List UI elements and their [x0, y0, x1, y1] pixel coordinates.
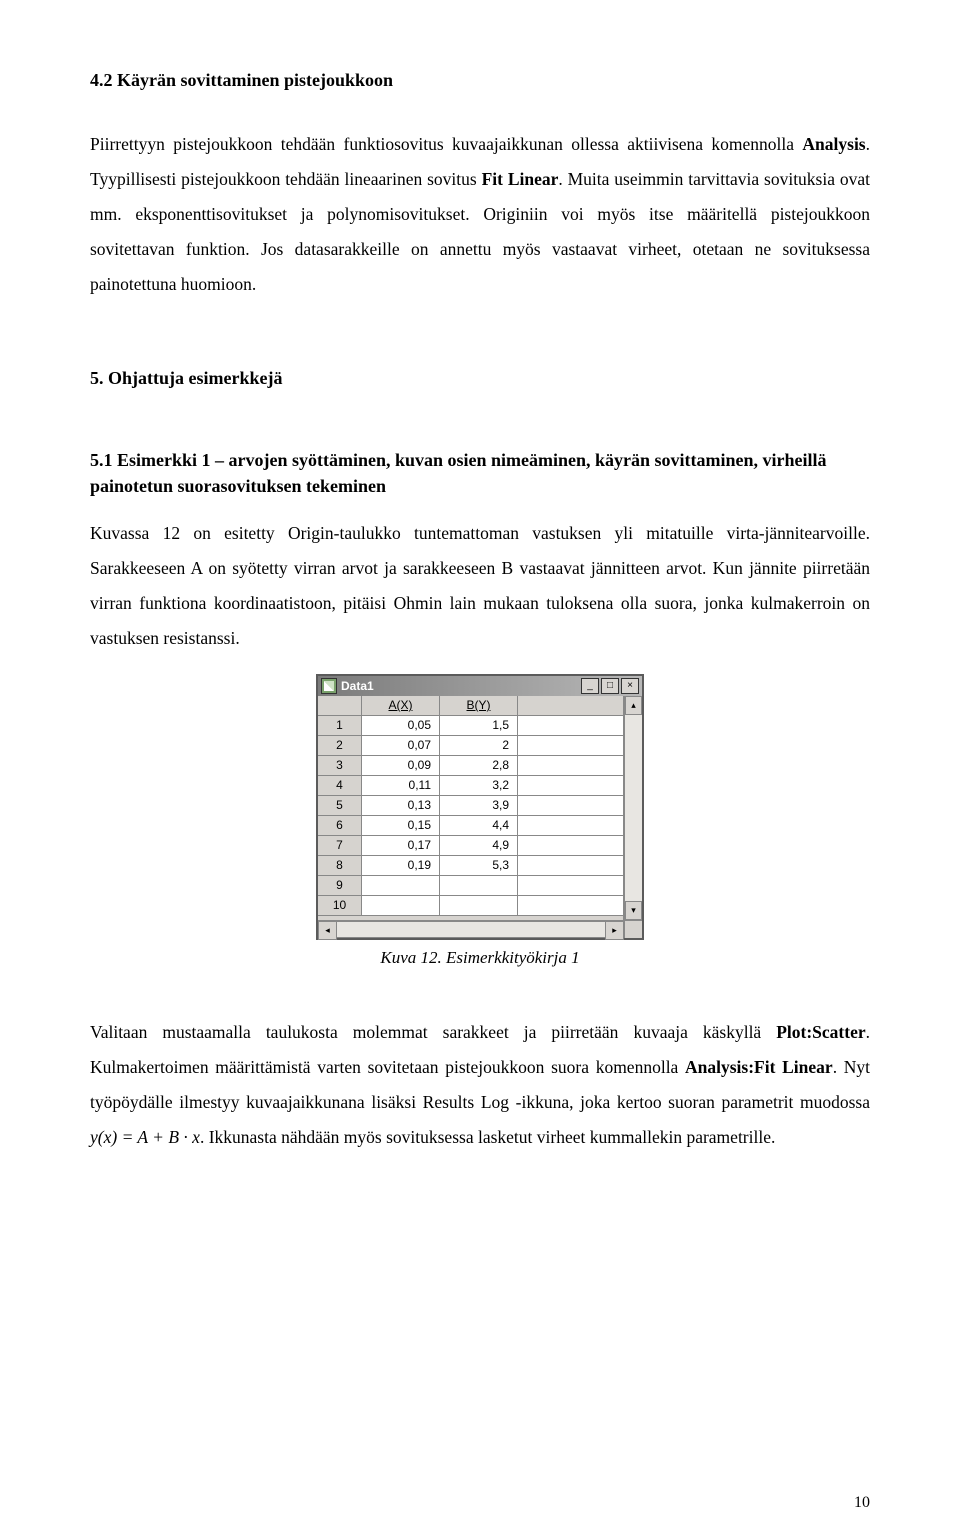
data1-window: Data1 _ □ × A(X) B(Y) 10,051,520,07230,0… [316, 674, 644, 940]
cell[interactable] [362, 896, 440, 916]
row-header[interactable]: 2 [318, 736, 362, 756]
cell[interactable]: 4,9 [440, 836, 518, 856]
formula: y(x) = A + B · x [90, 1127, 200, 1147]
paragraph-1: Piirrettyyn pistejoukkoon tehdään funkti… [90, 127, 870, 302]
window-title: Data1 [341, 679, 581, 693]
text-bold-fit-linear: Fit Linear [482, 169, 559, 189]
table-row[interactable]: 9 [318, 876, 623, 896]
scroll-track[interactable] [625, 715, 642, 901]
table-row[interactable]: 40,113,2 [318, 776, 623, 796]
worksheet-grid[interactable]: A(X) B(Y) 10,051,520,07230,092,840,113,2… [318, 696, 624, 920]
cell-filler [518, 836, 623, 856]
table-row[interactable]: 10,051,5 [318, 716, 623, 736]
cell-filler [518, 816, 623, 836]
cell-filler [518, 776, 623, 796]
text: Piirrettyyn pistejoukkoon tehdään funkti… [90, 134, 802, 154]
row-header[interactable]: 9 [318, 876, 362, 896]
titlebar[interactable]: Data1 _ □ × [318, 674, 642, 696]
text: Valitaan mustaamalla taulukosta molemmat… [90, 1022, 776, 1042]
vertical-scrollbar[interactable]: ▴ ▾ [624, 696, 642, 920]
cell-filler [518, 736, 623, 756]
cell[interactable]: 0,11 [362, 776, 440, 796]
cell[interactable]: 4,4 [440, 816, 518, 836]
table-row[interactable]: 30,092,8 [318, 756, 623, 776]
column-header-a[interactable]: A(X) [362, 696, 440, 716]
row-header[interactable]: 3 [318, 756, 362, 776]
cell-filler [518, 876, 623, 896]
scroll-up-icon[interactable]: ▴ [625, 696, 642, 715]
text-bold-plot-scatter: Plot:Scatter [776, 1022, 865, 1042]
section-5-heading: 5. Ohjattuja esimerkkejä [90, 368, 870, 389]
cell[interactable]: 0,17 [362, 836, 440, 856]
cell[interactable]: 3,9 [440, 796, 518, 816]
cell[interactable]: 0,05 [362, 716, 440, 736]
text-bold-analysis: Analysis [802, 134, 865, 154]
section-4-2-heading: 4.2 Käyrän sovittaminen pistejoukkoon [90, 70, 870, 91]
cell[interactable]: 2,8 [440, 756, 518, 776]
scroll-left-icon[interactable]: ◂ [318, 921, 337, 940]
app-icon [321, 678, 337, 694]
row-header[interactable]: 6 [318, 816, 362, 836]
section-5-1-heading: 5.1 Esimerkki 1 – arvojen syöttäminen, k… [90, 447, 870, 499]
horizontal-scrollbar[interactable]: ◂ ▸ [318, 920, 642, 938]
cell-filler [518, 856, 623, 876]
row-header[interactable]: 4 [318, 776, 362, 796]
page-number: 10 [854, 1494, 870, 1512]
text: . Ikkunasta nähdään myös sovituksessa la… [200, 1127, 775, 1147]
cell[interactable]: 0,15 [362, 816, 440, 836]
cell[interactable]: 1,5 [440, 716, 518, 736]
row-header[interactable]: 10 [318, 896, 362, 916]
scroll-down-icon[interactable]: ▾ [625, 901, 642, 920]
column-header-b[interactable]: B(Y) [440, 696, 518, 716]
paragraph-2: Kuvassa 12 on esitetty Origin-taulukko t… [90, 516, 870, 656]
row-header[interactable]: 7 [318, 836, 362, 856]
minimize-button[interactable]: _ [581, 678, 599, 694]
row-header[interactable]: 8 [318, 856, 362, 876]
figure-12-caption: Kuva 12. Esimerkkityökirja 1 [90, 948, 870, 968]
table-row[interactable]: 70,174,9 [318, 836, 623, 856]
table-row[interactable]: 20,072 [318, 736, 623, 756]
table-row[interactable]: 60,154,4 [318, 816, 623, 836]
cell[interactable]: 2 [440, 736, 518, 756]
table-row[interactable]: 50,133,9 [318, 796, 623, 816]
header-filler [518, 696, 623, 716]
close-button[interactable]: × [621, 678, 639, 694]
cell[interactable]: 0,07 [362, 736, 440, 756]
row-header[interactable]: 1 [318, 716, 362, 736]
table-row[interactable]: 10 [318, 896, 623, 916]
cell[interactable]: 3,2 [440, 776, 518, 796]
cell[interactable] [440, 876, 518, 896]
cell[interactable] [440, 896, 518, 916]
scroll-track[interactable] [337, 921, 605, 938]
scroll-corner [624, 921, 642, 938]
cell[interactable]: 0,09 [362, 756, 440, 776]
cell[interactable] [362, 876, 440, 896]
cell[interactable]: 0,19 [362, 856, 440, 876]
table-row[interactable]: 80,195,3 [318, 856, 623, 876]
cell[interactable]: 5,3 [440, 856, 518, 876]
cell-filler [518, 716, 623, 736]
scroll-right-icon[interactable]: ▸ [605, 921, 624, 940]
paragraph-3: Valitaan mustaamalla taulukosta molemmat… [90, 1015, 870, 1155]
row-header[interactable]: 5 [318, 796, 362, 816]
cell-filler [518, 896, 623, 916]
cell[interactable]: 0,13 [362, 796, 440, 816]
cell-filler [518, 796, 623, 816]
maximize-button[interactable]: □ [601, 678, 619, 694]
text-bold-analysis-fit-linear: Analysis:Fit Linear [685, 1057, 833, 1077]
corner-cell[interactable] [318, 696, 362, 716]
cell-filler [518, 756, 623, 776]
